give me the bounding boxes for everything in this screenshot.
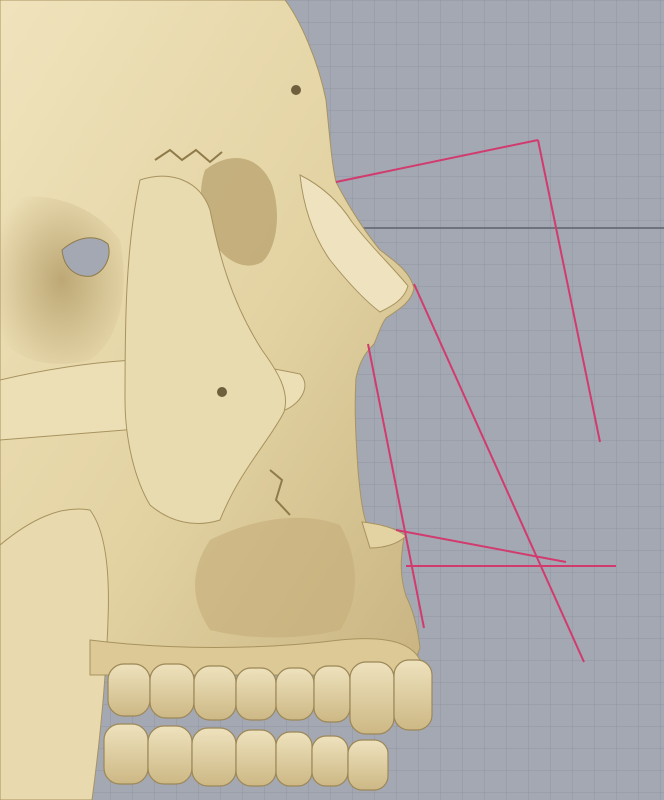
tooth-lower-7 — [347, 739, 389, 791]
tooth-lower-3 — [191, 727, 237, 787]
infraorbital-foramen — [217, 387, 227, 397]
3d-viewport[interactable] — [0, 0, 664, 800]
tooth-lower-1 — [103, 723, 149, 785]
tooth-lower-2 — [147, 725, 193, 785]
scene-canvas — [0, 0, 664, 800]
tooth-upper-5 — [275, 667, 315, 721]
supraorbital-foramen — [291, 85, 301, 95]
tooth-upper-7 — [349, 661, 395, 735]
tooth-upper-4 — [235, 667, 277, 721]
tooth-lower-6 — [311, 735, 349, 787]
tooth-upper-3 — [193, 665, 237, 721]
dentition — [89, 638, 433, 791]
tooth-lower-5 — [275, 731, 313, 787]
tooth-upper-2 — [149, 663, 195, 719]
tooth-upper-1 — [107, 663, 151, 717]
tooth-upper-6 — [313, 665, 351, 723]
tooth-upper-8 — [393, 659, 433, 731]
tooth-lower-4 — [235, 729, 277, 787]
